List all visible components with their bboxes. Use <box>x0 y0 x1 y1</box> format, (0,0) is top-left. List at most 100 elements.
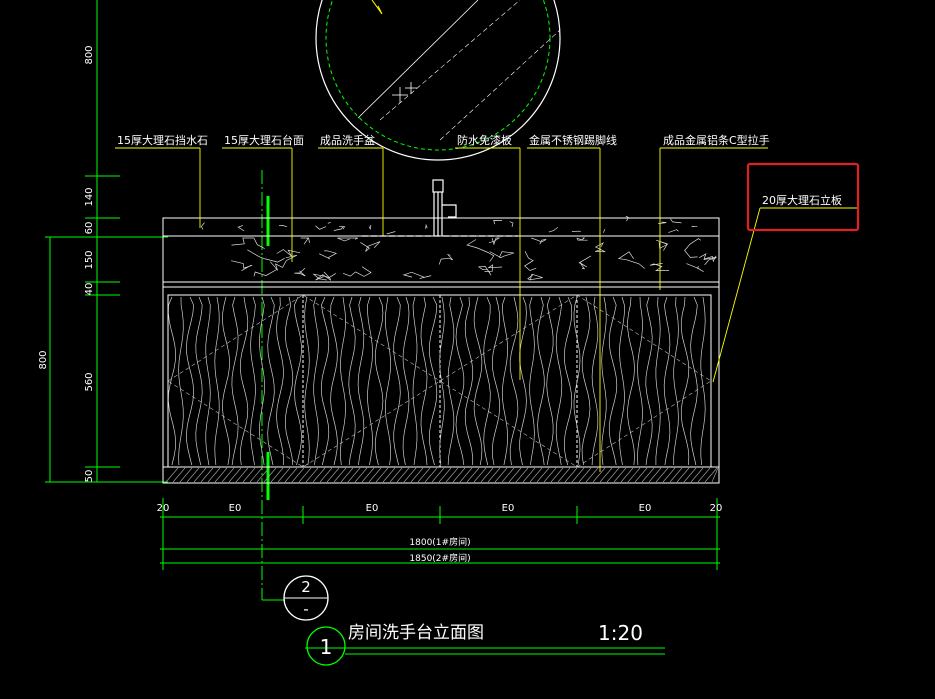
dim-seg-4: 40 <box>84 283 95 296</box>
grain-line <box>609 297 617 465</box>
skirting-hatch-line <box>313 468 325 482</box>
marble-vein <box>692 226 698 227</box>
skirting-hatch-line <box>404 468 416 482</box>
grain-line <box>385 297 390 465</box>
grain-line <box>349 297 355 465</box>
skirting-hatch-line <box>565 468 577 482</box>
marble-vein <box>334 227 343 231</box>
cad-drawing-canvas: 15厚大理石挡水石 15厚大理石台面 成品洗手盆 防水免漆板 金属不锈钢踢脚线 … <box>0 0 935 695</box>
skirting-hatch-line <box>698 468 710 482</box>
label-skirting: 金属不锈钢踢脚线 <box>529 133 617 147</box>
cabinet-door-hatch <box>168 297 705 465</box>
title-scale: 1:20 <box>598 621 643 645</box>
label-handle: 成品金属铝条C型拉手 <box>663 133 770 147</box>
skirting-hatch-line <box>362 468 374 482</box>
skirting-hatch-line <box>383 468 395 482</box>
marble-vein <box>387 232 396 234</box>
marble-vein <box>579 256 591 269</box>
skirting-hatch-line <box>460 468 472 482</box>
grain-line <box>556 297 562 465</box>
grain-line <box>341 297 346 465</box>
skirting-hatch-line <box>278 468 290 482</box>
grain-line <box>638 297 643 465</box>
skirting-hatch-line <box>215 468 227 482</box>
grain-line <box>413 297 417 465</box>
skirting-hatch-line <box>649 468 661 482</box>
grain-line <box>691 297 698 465</box>
marble-vein <box>489 238 499 244</box>
faucet <box>362 180 518 236</box>
skirting-hatch-line <box>670 468 682 482</box>
marble-vein <box>369 225 371 229</box>
grain-line <box>564 297 572 465</box>
skirting-hatch-line <box>656 468 668 482</box>
annotation-labels: 15厚大理石挡水石 15厚大理石台面 成品洗手盆 防水免漆板 金属不锈钢踢脚线 … <box>117 133 842 207</box>
skirting-hatch-line <box>551 468 563 482</box>
marble-vein <box>404 272 431 278</box>
skirting-hatch-line <box>390 468 402 482</box>
skirting-hatch-line <box>537 468 549 482</box>
grain-line <box>502 297 507 465</box>
grain-line <box>314 297 319 465</box>
marble-vein <box>603 229 605 233</box>
skirting-hatch-line <box>642 468 654 482</box>
label-water-stop-stone: 15厚大理石挡水石 <box>117 133 208 147</box>
grain-line <box>538 297 545 465</box>
annotation-leaders <box>115 148 858 472</box>
label-countertop: 15厚大理石台面 <box>224 133 304 147</box>
marble-vein <box>232 238 265 249</box>
grain-line <box>358 297 364 465</box>
grain-line <box>664 297 670 465</box>
section-marker: 2 - <box>284 576 328 620</box>
skirting-hatch-line <box>663 468 675 482</box>
grain-line <box>620 297 625 465</box>
marble-vein <box>254 262 277 277</box>
skirting-hatch-line <box>208 468 220 482</box>
grain-line <box>196 297 202 465</box>
bdim-total-2: 1850(2#房间) <box>409 552 470 564</box>
skirting-hatch-line <box>516 468 528 482</box>
grain-line <box>492 297 499 465</box>
marble-vein <box>301 238 310 244</box>
grain-line <box>187 297 194 465</box>
left-dimension-labels: 800 140 60 150 40 560 50 800 <box>38 45 95 482</box>
bdim-total-1: 1800(1#房间) <box>409 536 470 548</box>
skirting-hatch-line <box>194 468 206 482</box>
marble-vein <box>686 264 703 272</box>
marble-vein <box>276 255 297 270</box>
dim-seg-2: 60 <box>84 222 95 235</box>
marble-vein <box>528 274 543 280</box>
marble-vein <box>650 263 669 270</box>
label-basin: 成品洗手盆 <box>320 133 375 147</box>
marble-vein <box>626 216 629 221</box>
grain-line <box>510 297 518 465</box>
title-number: 1 <box>320 635 333 659</box>
skirting-hatch-line <box>397 468 409 482</box>
skirting-hatch-line <box>495 468 507 482</box>
grain-line <box>421 297 427 465</box>
marble-vein <box>201 223 204 230</box>
marble-vein <box>494 220 502 224</box>
skirting-hatch-line <box>285 468 297 482</box>
grain-line <box>674 297 679 465</box>
skirting-hatch-line <box>481 468 493 482</box>
grain-line <box>223 297 230 465</box>
skirting-hatch-line <box>579 468 591 482</box>
skirting-hatch-line <box>425 468 437 482</box>
section-marker-bottom: - <box>303 600 308 618</box>
grain-line <box>530 297 535 465</box>
grain-line <box>701 297 705 465</box>
marble-vein <box>685 239 701 258</box>
skirting-hatch-line <box>229 468 241 482</box>
bdim-5: E0 <box>639 503 652 514</box>
title-text: 房间洗手台立面图 <box>348 623 484 643</box>
skirting-hatch-line <box>180 468 192 482</box>
marble-vein <box>510 222 513 227</box>
skirting-hatch-line <box>250 468 262 482</box>
grain-line <box>592 297 598 465</box>
skirting-hatch-line <box>264 468 276 482</box>
label-waterproof-board: 防水免漆板 <box>457 133 512 147</box>
skirting-hatch-line <box>348 468 360 482</box>
grain-line <box>368 297 373 465</box>
skirting-hatch-line <box>306 468 318 482</box>
